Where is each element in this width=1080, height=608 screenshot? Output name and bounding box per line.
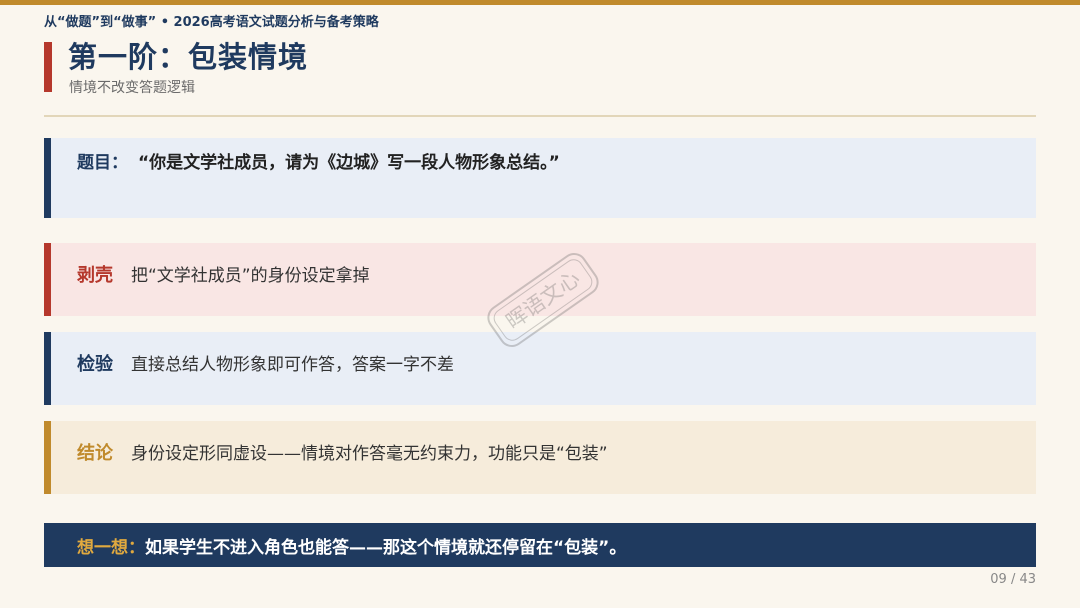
top-accent-bar xyxy=(0,0,1080,5)
think-banner: 想一想：如果学生不进入角色也能答——那这个情境就还停留在“包装”。 xyxy=(44,523,1036,567)
question-label: 题目： xyxy=(77,153,128,173)
think-label: 想一想： xyxy=(77,538,145,558)
think-text: 如果学生不进入角色也能答——那这个情境就还停留在“包装”。 xyxy=(145,538,627,558)
check-label: 检验 xyxy=(77,354,113,375)
peel-card: 剥壳 把“文学社成员”的身份设定拿掉 xyxy=(44,243,1036,316)
check-accent-bar xyxy=(44,332,51,405)
title-accent-bar xyxy=(44,42,52,92)
question-card: 题目： “你是文学社成员，请为《边城》写一段人物形象总结。” xyxy=(44,138,1036,218)
breadcrumb: 从“做题”到“做事” • 2026高考语文试题分析与备考策略 xyxy=(44,15,379,30)
peel-text: 把“文学社成员”的身份设定拿掉 xyxy=(131,266,370,286)
conclusion-card: 结论 身份设定形同虚设——情境对作答毫无约束力，功能只是“包装” xyxy=(44,421,1036,494)
conclusion-label: 结论 xyxy=(77,443,113,464)
check-text: 直接总结人物形象即可作答，答案一字不差 xyxy=(131,355,454,375)
page-number: 09 / 43 xyxy=(990,572,1036,587)
divider xyxy=(44,115,1036,117)
question-accent-bar xyxy=(44,138,51,218)
conclusion-accent-bar xyxy=(44,421,51,494)
conclusion-text: 身份设定形同虚设——情境对作答毫无约束力，功能只是“包装” xyxy=(131,444,608,464)
page-title: 第一阶：包装情境 xyxy=(68,40,309,74)
peel-label: 剥壳 xyxy=(77,265,113,286)
page-subtitle: 情境不改变答题逻辑 xyxy=(69,80,195,96)
question-text: “你是文学社成员，请为《边城》写一段人物形象总结。” xyxy=(138,153,560,173)
peel-accent-bar xyxy=(44,243,51,316)
check-card: 检验 直接总结人物形象即可作答，答案一字不差 xyxy=(44,332,1036,405)
